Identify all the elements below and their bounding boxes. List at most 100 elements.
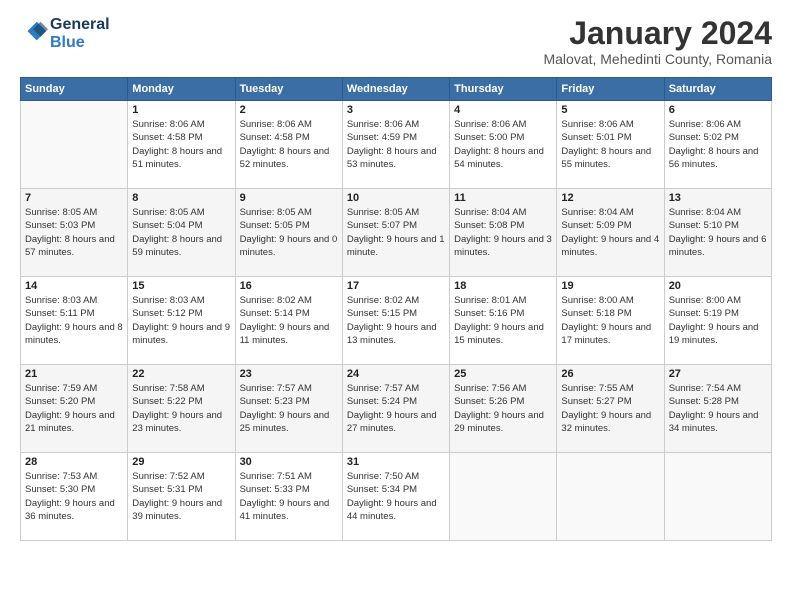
- calendar-table: Sunday Monday Tuesday Wednesday Thursday…: [20, 77, 772, 541]
- day-number: 9: [240, 192, 338, 204]
- day-info: Sunrise: 7:58 AMSunset: 5:22 PMDaylight:…: [132, 382, 230, 435]
- day-number: 20: [669, 280, 767, 292]
- day-number: 2: [240, 104, 338, 116]
- logo: General Blue: [20, 16, 110, 51]
- day-info: Sunrise: 8:06 AMSunset: 5:00 PMDaylight:…: [454, 118, 552, 171]
- day-number: 18: [454, 280, 552, 292]
- day-info: Sunrise: 7:57 AMSunset: 5:23 PMDaylight:…: [240, 382, 338, 435]
- calendar-week-3: 14 Sunrise: 8:03 AMSunset: 5:11 PMDaylig…: [21, 277, 772, 365]
- header: General Blue January 2024 Malovat, Mehed…: [20, 16, 772, 67]
- calendar-cell: 27 Sunrise: 7:54 AMSunset: 5:28 PMDaylig…: [664, 365, 771, 453]
- calendar-cell: 7 Sunrise: 8:05 AMSunset: 5:03 PMDayligh…: [21, 189, 128, 277]
- day-number: 28: [25, 456, 123, 468]
- day-info: Sunrise: 8:04 AMSunset: 5:10 PMDaylight:…: [669, 206, 767, 259]
- day-number: 14: [25, 280, 123, 292]
- day-number: 27: [669, 368, 767, 380]
- day-info: Sunrise: 8:03 AMSunset: 5:12 PMDaylight:…: [132, 294, 230, 347]
- day-info: Sunrise: 7:50 AMSunset: 5:34 PMDaylight:…: [347, 470, 445, 523]
- day-number: 26: [561, 368, 659, 380]
- day-number: 4: [454, 104, 552, 116]
- calendar-cell: 28 Sunrise: 7:53 AMSunset: 5:30 PMDaylig…: [21, 453, 128, 541]
- calendar-cell: [450, 453, 557, 541]
- calendar-cell: 11 Sunrise: 8:04 AMSunset: 5:08 PMDaylig…: [450, 189, 557, 277]
- day-number: 12: [561, 192, 659, 204]
- day-info: Sunrise: 8:04 AMSunset: 5:09 PMDaylight:…: [561, 206, 659, 259]
- day-info: Sunrise: 8:06 AMSunset: 4:58 PMDaylight:…: [132, 118, 230, 171]
- calendar-cell: 31 Sunrise: 7:50 AMSunset: 5:34 PMDaylig…: [342, 453, 449, 541]
- day-number: 3: [347, 104, 445, 116]
- day-info: Sunrise: 8:06 AMSunset: 5:02 PMDaylight:…: [669, 118, 767, 171]
- location: Malovat, Mehedinti County, Romania: [543, 51, 772, 67]
- day-info: Sunrise: 7:52 AMSunset: 5:31 PMDaylight:…: [132, 470, 230, 523]
- calendar-cell: 13 Sunrise: 8:04 AMSunset: 5:10 PMDaylig…: [664, 189, 771, 277]
- day-number: 17: [347, 280, 445, 292]
- title-area: January 2024 Malovat, Mehedinti County, …: [543, 16, 772, 67]
- day-number: 24: [347, 368, 445, 380]
- calendar-cell: 10 Sunrise: 8:05 AMSunset: 5:07 PMDaylig…: [342, 189, 449, 277]
- day-number: 16: [240, 280, 338, 292]
- calendar-cell: 24 Sunrise: 7:57 AMSunset: 5:24 PMDaylig…: [342, 365, 449, 453]
- calendar-cell: 23 Sunrise: 7:57 AMSunset: 5:23 PMDaylig…: [235, 365, 342, 453]
- calendar-cell: 9 Sunrise: 8:05 AMSunset: 5:05 PMDayligh…: [235, 189, 342, 277]
- col-tuesday: Tuesday: [235, 78, 342, 101]
- calendar-cell: 1 Sunrise: 8:06 AMSunset: 4:58 PMDayligh…: [128, 101, 235, 189]
- calendar-cell: 15 Sunrise: 8:03 AMSunset: 5:12 PMDaylig…: [128, 277, 235, 365]
- day-number: 7: [25, 192, 123, 204]
- calendar-cell: 30 Sunrise: 7:51 AMSunset: 5:33 PMDaylig…: [235, 453, 342, 541]
- calendar-cell: 6 Sunrise: 8:06 AMSunset: 5:02 PMDayligh…: [664, 101, 771, 189]
- day-number: 1: [132, 104, 230, 116]
- logo-icon: [20, 18, 48, 46]
- day-number: 29: [132, 456, 230, 468]
- calendar-cell: 25 Sunrise: 7:56 AMSunset: 5:26 PMDaylig…: [450, 365, 557, 453]
- calendar-cell: 22 Sunrise: 7:58 AMSunset: 5:22 PMDaylig…: [128, 365, 235, 453]
- day-info: Sunrise: 7:55 AMSunset: 5:27 PMDaylight:…: [561, 382, 659, 435]
- logo-text: General Blue: [50, 16, 110, 51]
- day-number: 13: [669, 192, 767, 204]
- day-info: Sunrise: 8:05 AMSunset: 5:04 PMDaylight:…: [132, 206, 230, 259]
- day-info: Sunrise: 8:00 AMSunset: 5:18 PMDaylight:…: [561, 294, 659, 347]
- day-info: Sunrise: 7:51 AMSunset: 5:33 PMDaylight:…: [240, 470, 338, 523]
- day-number: 6: [669, 104, 767, 116]
- calendar-cell: [557, 453, 664, 541]
- month-title: January 2024: [543, 16, 772, 51]
- page: General Blue January 2024 Malovat, Mehed…: [0, 0, 792, 612]
- day-info: Sunrise: 8:06 AMSunset: 4:59 PMDaylight:…: [347, 118, 445, 171]
- calendar-week-1: 1 Sunrise: 8:06 AMSunset: 4:58 PMDayligh…: [21, 101, 772, 189]
- day-info: Sunrise: 8:06 AMSunset: 4:58 PMDaylight:…: [240, 118, 338, 171]
- day-info: Sunrise: 7:54 AMSunset: 5:28 PMDaylight:…: [669, 382, 767, 435]
- calendar-cell: 18 Sunrise: 8:01 AMSunset: 5:16 PMDaylig…: [450, 277, 557, 365]
- calendar-week-4: 21 Sunrise: 7:59 AMSunset: 5:20 PMDaylig…: [21, 365, 772, 453]
- col-saturday: Saturday: [664, 78, 771, 101]
- calendar-cell: 26 Sunrise: 7:55 AMSunset: 5:27 PMDaylig…: [557, 365, 664, 453]
- day-info: Sunrise: 7:53 AMSunset: 5:30 PMDaylight:…: [25, 470, 123, 523]
- day-info: Sunrise: 8:02 AMSunset: 5:15 PMDaylight:…: [347, 294, 445, 347]
- calendar-cell: 17 Sunrise: 8:02 AMSunset: 5:15 PMDaylig…: [342, 277, 449, 365]
- day-info: Sunrise: 7:56 AMSunset: 5:26 PMDaylight:…: [454, 382, 552, 435]
- col-monday: Monday: [128, 78, 235, 101]
- day-number: 23: [240, 368, 338, 380]
- day-info: Sunrise: 7:57 AMSunset: 5:24 PMDaylight:…: [347, 382, 445, 435]
- day-number: 30: [240, 456, 338, 468]
- header-row: Sunday Monday Tuesday Wednesday Thursday…: [21, 78, 772, 101]
- day-number: 8: [132, 192, 230, 204]
- col-wednesday: Wednesday: [342, 78, 449, 101]
- day-info: Sunrise: 8:05 AMSunset: 5:05 PMDaylight:…: [240, 206, 338, 259]
- col-sunday: Sunday: [21, 78, 128, 101]
- day-number: 11: [454, 192, 552, 204]
- day-number: 31: [347, 456, 445, 468]
- day-number: 22: [132, 368, 230, 380]
- day-number: 21: [25, 368, 123, 380]
- calendar-cell: [21, 101, 128, 189]
- day-info: Sunrise: 8:01 AMSunset: 5:16 PMDaylight:…: [454, 294, 552, 347]
- calendar-cell: 21 Sunrise: 7:59 AMSunset: 5:20 PMDaylig…: [21, 365, 128, 453]
- calendar-cell: 19 Sunrise: 8:00 AMSunset: 5:18 PMDaylig…: [557, 277, 664, 365]
- day-number: 15: [132, 280, 230, 292]
- day-info: Sunrise: 8:00 AMSunset: 5:19 PMDaylight:…: [669, 294, 767, 347]
- calendar-cell: 20 Sunrise: 8:00 AMSunset: 5:19 PMDaylig…: [664, 277, 771, 365]
- day-number: 19: [561, 280, 659, 292]
- calendar-cell: 3 Sunrise: 8:06 AMSunset: 4:59 PMDayligh…: [342, 101, 449, 189]
- calendar-week-5: 28 Sunrise: 7:53 AMSunset: 5:30 PMDaylig…: [21, 453, 772, 541]
- calendar-cell: 5 Sunrise: 8:06 AMSunset: 5:01 PMDayligh…: [557, 101, 664, 189]
- day-info: Sunrise: 7:59 AMSunset: 5:20 PMDaylight:…: [25, 382, 123, 435]
- calendar-cell: 8 Sunrise: 8:05 AMSunset: 5:04 PMDayligh…: [128, 189, 235, 277]
